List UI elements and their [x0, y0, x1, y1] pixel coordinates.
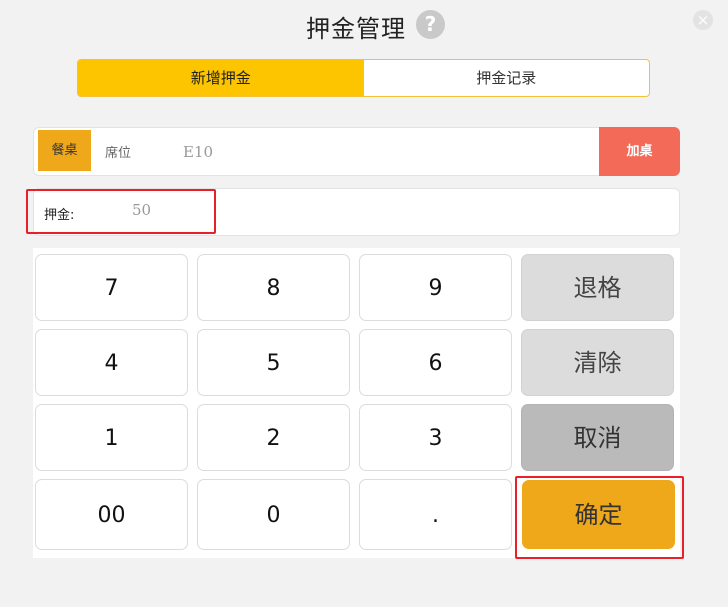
key-1[interactable]: 1: [35, 404, 188, 471]
key-4[interactable]: 4: [35, 329, 188, 396]
key-3[interactable]: 3: [359, 404, 512, 471]
clear-button[interactable]: 清除: [521, 329, 674, 396]
tab-bar: 新增押金 押金记录: [77, 59, 650, 97]
backspace-button[interactable]: 退格: [521, 254, 674, 321]
key-5[interactable]: 5: [197, 329, 350, 396]
tab-deposit-records[interactable]: 押金记录: [364, 60, 650, 96]
cancel-button[interactable]: 取消: [521, 404, 674, 471]
close-icon[interactable]: ×: [693, 10, 713, 30]
key-6[interactable]: 6: [359, 329, 512, 396]
key-8[interactable]: 8: [197, 254, 350, 321]
key-9[interactable]: 9: [359, 254, 512, 321]
add-table-button[interactable]: 加桌: [599, 127, 680, 176]
key-2[interactable]: 2: [197, 404, 350, 471]
key-7[interactable]: 7: [35, 254, 188, 321]
seat-label: 席位: [105, 146, 132, 161]
numeric-keypad: 7 8 9 退格 4 5 6 清除 1 2 3 取消 00 0 . 确定: [33, 248, 680, 558]
deposit-label: 押金:: [44, 208, 75, 223]
page-title: 押金管理: [306, 15, 406, 43]
tab-add-deposit[interactable]: 新增押金: [78, 60, 364, 96]
help-icon[interactable]: ?: [416, 10, 445, 39]
title-bar: 押金管理 ? ×: [0, 0, 728, 50]
deposit-row[interactable]: 押金: 50: [33, 188, 680, 236]
table-tag[interactable]: 餐桌: [38, 130, 91, 171]
key-decimal[interactable]: .: [359, 479, 512, 550]
deposit-amount-field[interactable]: 50: [132, 201, 151, 219]
table-seat-row: 餐桌 席位 加桌: [33, 127, 680, 176]
seat-input[interactable]: [181, 139, 485, 165]
key-0[interactable]: 0: [197, 479, 350, 550]
key-00[interactable]: 00: [35, 479, 188, 550]
confirm-button[interactable]: 确定: [522, 480, 675, 549]
